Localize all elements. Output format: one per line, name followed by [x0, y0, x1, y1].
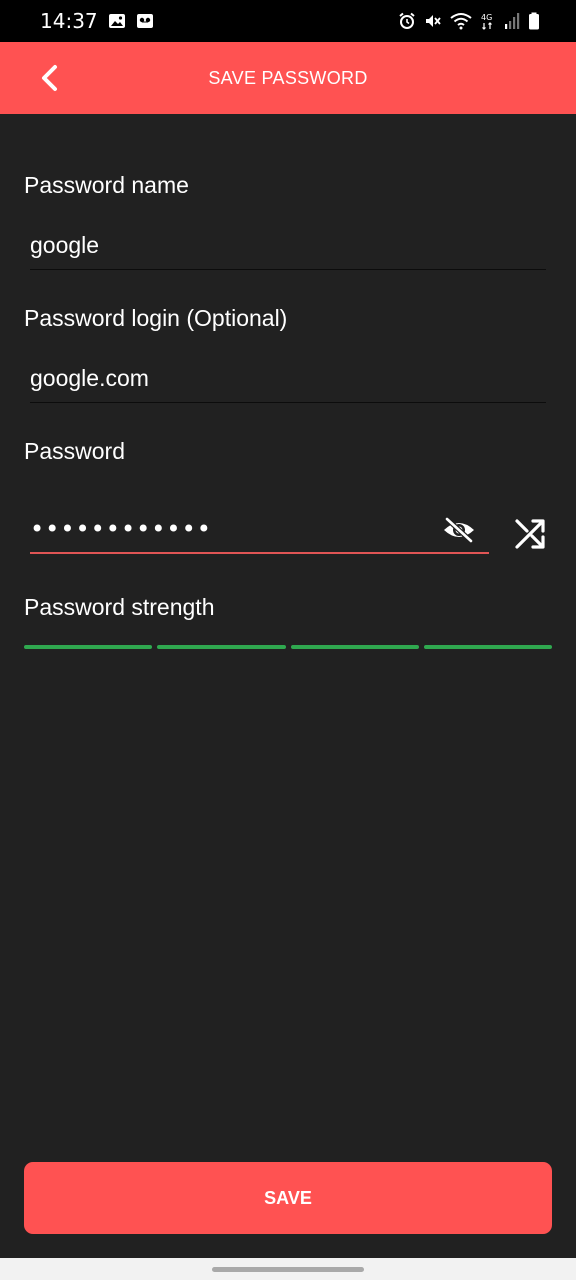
mute-icon: [424, 12, 442, 30]
back-button[interactable]: [28, 56, 72, 100]
page-title: SAVE PASSWORD: [208, 67, 368, 88]
app-bar: SAVE PASSWORD: [0, 42, 576, 114]
password-login-label: Password login (Optional): [24, 305, 288, 331]
navigation-bar: [0, 1258, 576, 1280]
password-strength-meter: [24, 645, 552, 649]
4g-signal-icon: 4G: [480, 12, 496, 30]
voicemail-icon: [136, 13, 154, 29]
strength-segment: [24, 645, 153, 649]
status-bar: 14:37 4G: [0, 0, 576, 42]
alarm-icon: [398, 12, 416, 30]
strength-segment: [290, 645, 419, 649]
status-right: 4G: [398, 12, 540, 30]
chevron-left-icon: [42, 65, 57, 91]
save-button[interactable]: SAVE: [24, 1162, 552, 1234]
home-indicator[interactable]: [212, 1266, 364, 1272]
toggle-visibility-button[interactable]: [439, 512, 479, 548]
password-label: Password: [24, 438, 125, 464]
shuffle-icon: [515, 519, 545, 549]
battery-icon: [528, 12, 540, 30]
signal-icon: [504, 12, 520, 30]
strength-segment: [157, 645, 286, 649]
generate-password-button[interactable]: [508, 512, 552, 556]
strength-segment: [423, 645, 552, 649]
status-time: 14:37: [40, 9, 98, 33]
svg-text:4G: 4G: [481, 13, 492, 22]
password-strength-label: Password strength: [24, 594, 215, 620]
password-name-label: Password name: [24, 172, 189, 198]
password-login-field[interactable]: google.com: [30, 365, 546, 403]
status-left: 14:37: [40, 9, 154, 33]
image-icon: [108, 13, 126, 29]
password-field[interactable]: ••••••••••••: [30, 506, 489, 554]
eye-off-icon: [444, 516, 474, 544]
password-value: ••••••••••••: [30, 515, 212, 543]
password-name-field[interactable]: google: [30, 232, 546, 270]
wifi-icon: [450, 12, 472, 30]
